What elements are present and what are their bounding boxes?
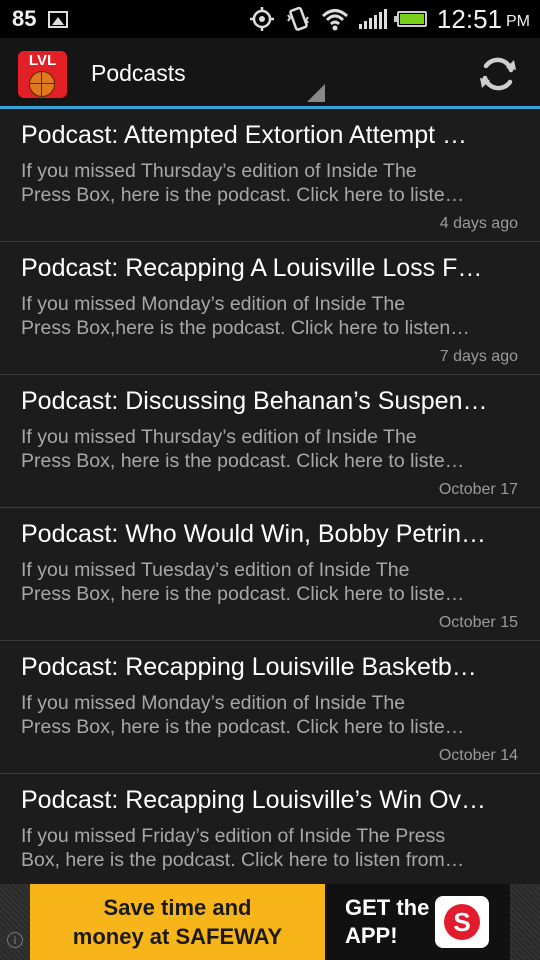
battery-level-text: 85 <box>12 6 37 31</box>
item-description-line: If you missed Monday’s edition of Inside… <box>21 293 406 315</box>
basketball-icon <box>29 71 55 97</box>
list-item[interactable]: Podcast: Recapping Louisville Basketb… I… <box>0 641 540 774</box>
vibrate-icon <box>287 6 309 31</box>
ad-cta-line-1: GET the <box>345 895 430 920</box>
item-description: If you missed Thursday’s edition of Insi… <box>21 425 491 473</box>
image-icon <box>48 10 69 28</box>
clock-time: 12:51 <box>436 3 502 34</box>
signal-icon <box>358 9 387 29</box>
ad-message[interactable]: Save time and money at SAFEWAY <box>30 884 325 960</box>
clock-ampm: PM <box>506 13 530 30</box>
page-title[interactable]: Podcasts <box>91 60 186 87</box>
list-item[interactable]: Podcast: Who Would Win, Bobby Petrin… If… <box>0 508 540 641</box>
podcast-list: Podcast: Attempted Extortion Attempt … I… <box>0 109 540 907</box>
item-description: If you missed Monday’s edition of Inside… <box>21 292 491 340</box>
safeway-logo-icon: S <box>435 896 489 948</box>
item-description: If you missed Friday’s edition of Inside… <box>21 824 491 872</box>
action-bar: LVL Podcasts <box>0 38 540 109</box>
ad-cta-line-2: APP! <box>345 923 398 948</box>
dropdown-indicator-icon[interactable] <box>307 84 325 102</box>
item-description-line: Press Box, here is the podcast. Click he… <box>21 716 465 738</box>
ad-line-1: Save time and <box>103 895 252 920</box>
item-description-line: If you missed Tuesday’s edition of Insid… <box>21 559 410 581</box>
ad-cta-panel[interactable]: GET the APP! S <box>325 884 510 960</box>
wifi-icon <box>321 9 348 31</box>
gps-icon <box>249 7 274 31</box>
item-date: October 14 <box>438 747 518 764</box>
item-description-line: If you missed Thursday’s edition of Insi… <box>21 426 417 448</box>
ad-banner[interactable]: i Save time and money at SAFEWAY GET the… <box>0 884 540 960</box>
item-description-line: Press Box,here is the podcast. Click her… <box>21 317 470 339</box>
list-item[interactable]: Podcast: Discussing Behanan’s Suspen… If… <box>0 375 540 508</box>
list-item[interactable]: Podcast: Recapping A Louisville Loss F… … <box>0 242 540 375</box>
battery-icon <box>393 11 427 27</box>
item-title: Podcast: Discussing Behanan’s Suspen… <box>21 387 488 415</box>
item-description-line: Box, here is the podcast. Click here to … <box>21 849 465 871</box>
item-description: If you missed Tuesday’s edition of Insid… <box>21 558 491 606</box>
item-date: 4 days ago <box>439 215 518 232</box>
item-description-line: Press Box, here is the podcast. Click he… <box>21 184 465 206</box>
ad-line-2: money at SAFEWAY <box>72 924 283 949</box>
item-date: 7 days ago <box>439 348 518 365</box>
item-description-line: If you missed Thursday’s edition of Insi… <box>21 160 417 182</box>
list-item[interactable]: Podcast: Attempted Extortion Attempt … I… <box>0 109 540 242</box>
refresh-button[interactable] <box>478 54 518 94</box>
item-date: October 15 <box>438 614 518 631</box>
item-title: Podcast: Recapping A Louisville Loss F… <box>21 254 483 282</box>
item-description-line: If you missed Monday’s edition of Inside… <box>21 692 406 714</box>
item-title: Podcast: Attempted Extortion Attempt … <box>21 121 468 149</box>
item-title: Podcast: Recapping Louisville’s Win Ov… <box>21 786 487 814</box>
info-icon[interactable]: i <box>7 932 23 948</box>
ad-cta-text: GET the APP! <box>345 894 429 950</box>
item-title: Podcast: Recapping Louisville Basketb… <box>21 653 477 681</box>
app-logo-text: LVL <box>28 52 57 69</box>
app-logo[interactable]: LVL <box>18 51 67 98</box>
item-description: If you missed Monday’s edition of Inside… <box>21 691 491 739</box>
status-bar: 85 12:51 PM <box>0 0 540 38</box>
item-title: Podcast: Who Would Win, Bobby Petrin… <box>21 520 487 548</box>
item-description-line: If you missed Friday’s edition of Inside… <box>21 825 446 847</box>
item-date: October 17 <box>438 481 518 498</box>
item-description-line: Press Box, here is the podcast. Click he… <box>21 450 465 472</box>
item-description: If you missed Thursday’s edition of Insi… <box>21 159 491 207</box>
item-description-line: Press Box, here is the podcast. Click he… <box>21 583 465 605</box>
